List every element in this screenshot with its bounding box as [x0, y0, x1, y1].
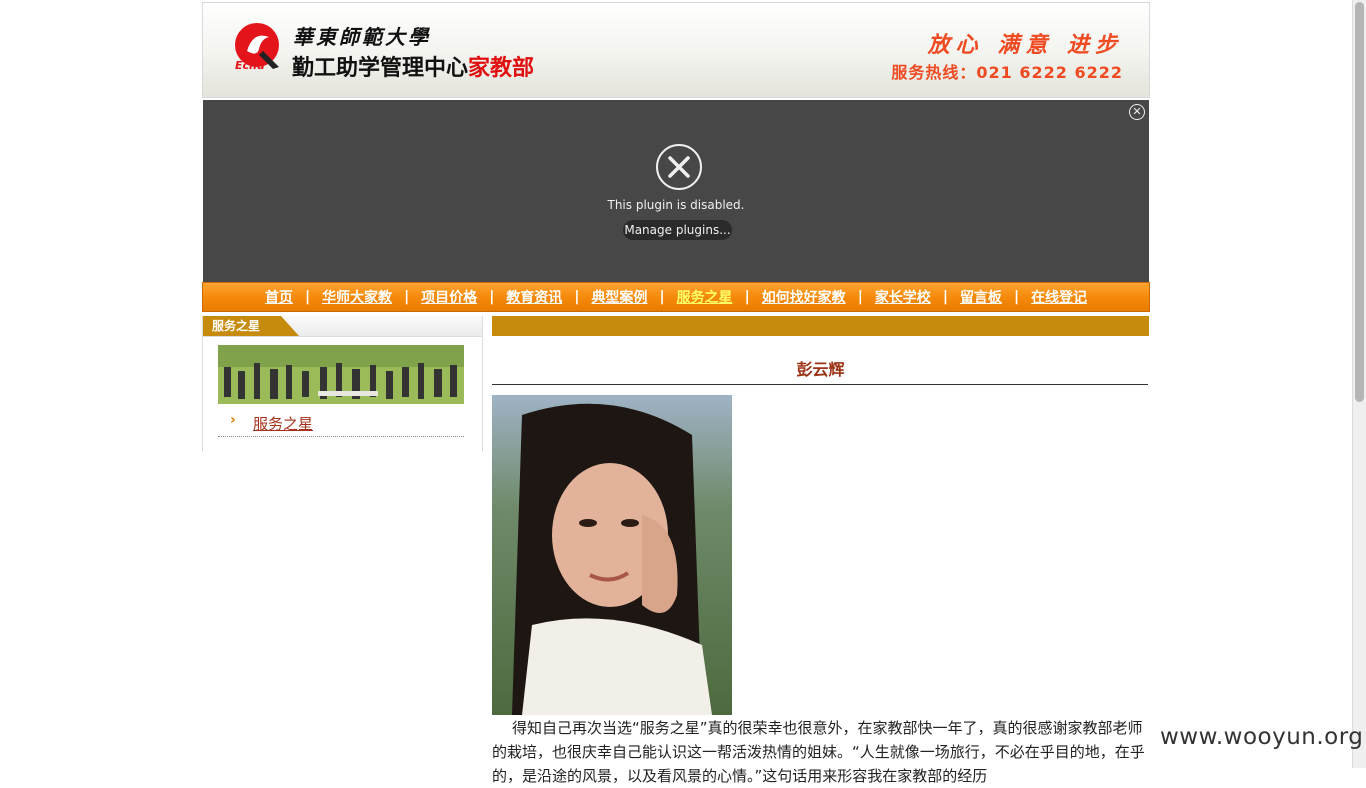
- main-nav: 首页 | 华师大家教 | 项目价格 | 教育资讯 | 典型案例 | 服务之星 |…: [202, 282, 1150, 312]
- scrollbar-thumb[interactable]: [1355, 2, 1364, 402]
- sidebar-header: 服务之星: [203, 316, 482, 337]
- nav-item-message-board[interactable]: 留言板: [948, 287, 1014, 307]
- portrait-photo: [492, 395, 732, 715]
- slogan: 放心 满意 进步: [927, 32, 1123, 58]
- scrollbar[interactable]: [1352, 0, 1366, 768]
- ecnu-logo: Ecnu: [233, 21, 283, 75]
- watermark: www.wooyun.org: [1160, 724, 1364, 750]
- logo-text: Ecnu: [235, 59, 265, 72]
- sidebar: 服务之星 › 服务之星: [202, 316, 483, 452]
- university-name: 華東師範大學: [293, 25, 431, 49]
- nav-item-cases[interactable]: 典型案例: [579, 287, 659, 307]
- site-header: Ecnu 華東師範大學 勤工助学管理中心家教部 放心 满意 进步 服务热线：02…: [202, 2, 1150, 98]
- nav-item-education-news[interactable]: 教育资讯: [494, 287, 574, 307]
- close-icon[interactable]: ✕: [1129, 104, 1145, 120]
- department-label: 勤工助学管理中心: [292, 56, 469, 81]
- department-name: 勤工助学管理中心家教部: [292, 50, 534, 82]
- nav-item-pricing[interactable]: 项目价格: [409, 287, 489, 307]
- plugin-disabled-icon: [656, 144, 702, 190]
- nav-item-register[interactable]: 在线登记: [1019, 287, 1099, 307]
- sidebar-title: 服务之星: [203, 316, 299, 336]
- disabled-plugin: ✕ This plugin is disabled. Manage plugin…: [203, 100, 1149, 282]
- person-name: 彭云辉: [796, 360, 845, 379]
- content-header-bar: [492, 316, 1149, 336]
- article-body: 得知自己再次当选“服务之星”真的很荣幸也很意外，在家教部快一年了，真的很感谢家教…: [492, 719, 1145, 785]
- nav-item-service-star[interactable]: 服务之星: [665, 287, 745, 307]
- chevron-right-icon: ›: [230, 412, 236, 428]
- plugin-message: This plugin is disabled.: [607, 198, 745, 212]
- sidebar-link-row: › 服务之星: [218, 412, 464, 437]
- manage-plugins-button[interactable]: Manage plugins...: [623, 220, 732, 240]
- hotline: 服务热线：021 6222 6222: [891, 63, 1123, 82]
- divider: [492, 384, 1148, 385]
- nav-item-find-tutor[interactable]: 如何找好家教: [750, 287, 858, 307]
- nav-item-parent-school[interactable]: 家长学校: [863, 287, 943, 307]
- nav-item-ecnu-tutor[interactable]: 华师大家教: [310, 287, 404, 307]
- department-sub-label: 家教部: [468, 56, 535, 81]
- sidebar-link-service-star[interactable]: 服务之星: [253, 413, 313, 434]
- nav-item-home[interactable]: 首页: [253, 287, 305, 307]
- page-container: Ecnu 華東師範大學 勤工助学管理中心家教部 放心 满意 进步 服务热线：02…: [202, 0, 1150, 785]
- graduation-photo: [218, 345, 464, 404]
